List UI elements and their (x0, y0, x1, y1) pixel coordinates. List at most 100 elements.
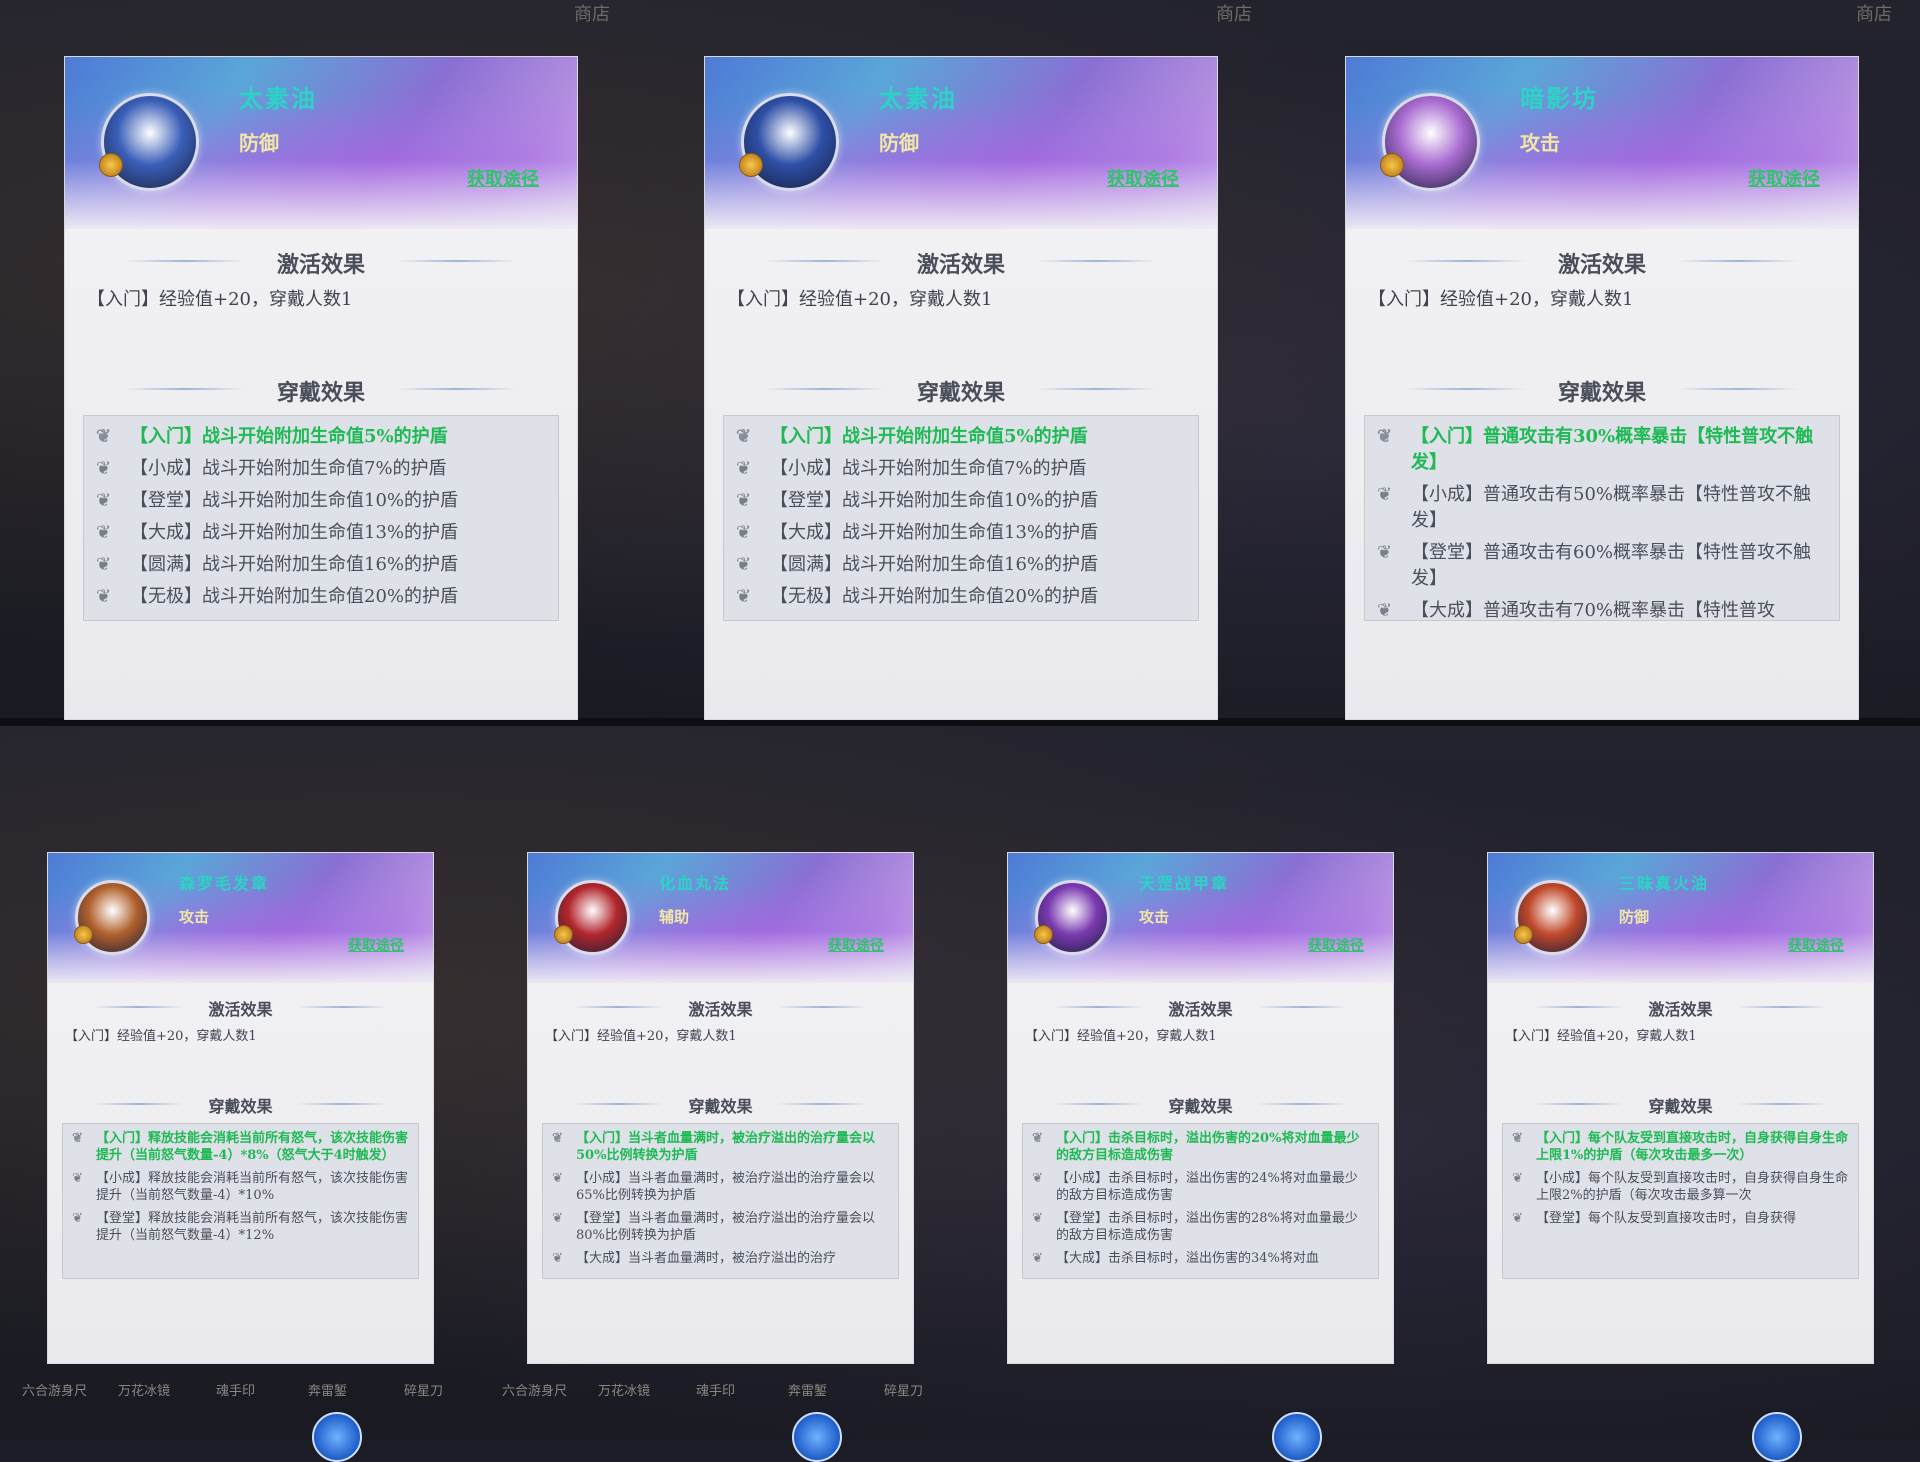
obtain-route-link[interactable]: 获取途径 (1788, 935, 1844, 955)
wear-section-title: 穿戴效果 (1168, 1097, 1233, 1116)
swirl-icon[interactable] (1272, 1412, 1322, 1462)
item-card[interactable]: 太素油 防御 获取途径 激活效果 【入门】经验值+20，穿戴人数1 穿戴效果 ❦ 【入门】战斗… (64, 56, 578, 720)
item-type: 防御 (239, 131, 279, 155)
wear-effects-list[interactable]: ❦ 【入门】每个队友受到直接攻击时，自身获得自身生命上限1%的护盾（每次攻击最多一… (1502, 1123, 1859, 1279)
wear-effect-item: ❦ 【登堂】普通攻击有60%概率暴击【特性普攻不触发】 (1377, 540, 1827, 592)
wear-effect-item: ❦ 【小成】战斗开始附加生命值7%的护盾 (736, 456, 1186, 482)
item-card[interactable]: 三昧真火油 防御 获取途径 激活效果 【入门】经验值+20，穿戴人数1 穿戴效果 ❦ 【入门】… (1487, 852, 1874, 1364)
item-card[interactable]: 化血丸法 辅助 获取途径 激活效果 【入门】经验值+20，穿戴人数1 穿戴效果 ❦ 【入门】当… (527, 852, 914, 1364)
wear-effect-item: ❦ 【入门】战斗开始附加生命值5%的护盾 (736, 424, 1186, 450)
wear-effect-item: ❦ 【小成】释放技能会消耗当前所有怒气，该次技能伤害提升（当前怒气数量-4）*10… (72, 1170, 409, 1204)
leaf-icon: ❦ (1032, 1251, 1043, 1266)
wear-effect-text: 【圆满】战斗开始附加生命值16%的护盾 (130, 554, 459, 575)
activate-section-title: 激活效果 (688, 1000, 753, 1019)
item-portrait-icon (101, 93, 199, 191)
item-type: 防御 (879, 131, 919, 155)
item-card[interactable]: 太素油 防御 获取途径 激活效果 【入门】经验值+20，穿戴人数1 穿戴效果 ❦ 【入门】战斗… (704, 56, 1218, 720)
rank-badge-icon (739, 153, 763, 177)
activate-section-title: 激活效果 (276, 252, 365, 278)
wear-effects-list[interactable]: ❦ 【入门】释放技能会消耗当前所有怒气，该次技能伤害提升（当前怒气数量-4）*8%… (62, 1123, 419, 1279)
wear-effect-text: 【大成】当斗者血量满时，被治疗溢出的治疗 (576, 1251, 837, 1266)
leaf-icon: ❦ (736, 554, 752, 575)
wear-effect-text: 【小成】释放技能会消耗当前所有怒气，该次技能伤害提升（当前怒气数量-4）*10% (96, 1171, 409, 1203)
inventory-item-label[interactable]: 奔雷錾 (308, 1380, 347, 1399)
item-card[interactable]: 森罗毛发章 攻击 获取途径 激活效果 【入门】经验值+20，穿戴人数1 穿戴效果 ❦ 【入门】… (47, 852, 434, 1364)
obtain-route-link[interactable]: 获取途径 (1107, 165, 1179, 191)
item-portrait-icon (75, 880, 150, 955)
inventory-item-label[interactable]: 魂手印 (696, 1380, 735, 1399)
inventory-item-label[interactable]: 奔雷錾 (788, 1380, 827, 1399)
leaf-icon: ❦ (1512, 1131, 1523, 1146)
wear-section-title: 穿戴效果 (916, 380, 1005, 406)
inventory-item-label[interactable]: 碎星刀 (884, 1380, 923, 1399)
wear-effects-list[interactable]: ❦ 【入门】击杀目标时，溢出伤害的20%将对血量最少的敌方目标造成伤害 ❦ 【小成】击… (1022, 1123, 1379, 1279)
wear-effects-list[interactable]: ❦ 【入门】战斗开始附加生命值5%的护盾 ❦ 【小成】战斗开始附加生命值7%的护盾 ❦ 【… (83, 415, 559, 621)
rank-badge-icon (99, 153, 123, 177)
swirl-icon[interactable] (792, 1412, 842, 1462)
item-card[interactable]: 暗影坊 攻击 获取途径 激活效果 【入门】经验值+20，穿戴人数1 穿戴效果 ❦ 【入门】普通… (1345, 56, 1859, 720)
shop-label[interactable]: 商店 (1856, 0, 1892, 26)
obtain-route-link[interactable]: 获取途径 (1308, 935, 1364, 955)
wear-effect-text: 【无极】战斗开始附加生命值20%的护盾 (130, 586, 459, 607)
wear-effect-item: ❦ 【大成】普通攻击有70%概率暴击【特性普攻 (1377, 598, 1827, 621)
inventory-item-label[interactable]: 魂手印 (216, 1380, 255, 1399)
rank-badge-icon (1514, 925, 1533, 944)
inventory-item-label[interactable]: 万花冰镜 (598, 1380, 650, 1399)
wear-effects-list[interactable]: ❦ 【入门】战斗开始附加生命值5%的护盾 ❦ 【小成】战斗开始附加生命值7%的护盾 ❦ 【… (723, 415, 1199, 621)
inventory-item-label[interactable]: 万花冰镜 (118, 1380, 170, 1399)
wear-section-title: 穿戴效果 (1557, 380, 1646, 406)
item-portrait-icon (741, 93, 839, 191)
wear-effects-list[interactable]: ❦ 【入门】当斗者血量满时，被治疗溢出的治疗量会以50%比例转换为护盾 ❦ 【小成】当… (542, 1123, 899, 1279)
leaf-icon: ❦ (96, 426, 112, 447)
wear-effect-item: ❦ 【登堂】击杀目标时，溢出伤害的28%将对血量最少的敌方目标造成伤害 (1032, 1210, 1369, 1244)
item-type: 辅助 (659, 908, 690, 926)
inventory-item-label[interactable]: 碎星刀 (404, 1380, 443, 1399)
wear-effect-item: ❦ 【大成】战斗开始附加生命值13%的护盾 (736, 520, 1186, 546)
obtain-route-link[interactable]: 获取途径 (348, 935, 404, 955)
shop-label[interactable]: 商店 (574, 0, 610, 26)
obtain-route-link[interactable]: 获取途径 (1748, 165, 1820, 191)
wear-effect-item: ❦ 【入门】击杀目标时，溢出伤害的20%将对血量最少的敌方目标造成伤害 (1032, 1130, 1369, 1164)
rank-badge-icon (1380, 153, 1404, 177)
leaf-icon: ❦ (96, 490, 112, 511)
leaf-icon: ❦ (1512, 1211, 1523, 1226)
leaf-icon: ❦ (1377, 426, 1393, 447)
item-portrait-icon (1515, 880, 1590, 955)
wear-effects-list[interactable]: ❦ 【入门】普通攻击有30%概率暴击【特性普攻不触发】 ❦ 【小成】普通攻击有50%概… (1364, 415, 1840, 621)
leaf-icon: ❦ (96, 586, 112, 607)
swirl-icon[interactable] (1752, 1412, 1802, 1462)
item-portrait-icon (1382, 93, 1480, 191)
item-name: 太素油 (879, 84, 957, 113)
item-name: 太素油 (239, 84, 317, 113)
wear-effect-item: ❦ 【入门】当斗者血量满时，被治疗溢出的治疗量会以50%比例转换为护盾 (552, 1130, 889, 1164)
activate-section-title: 激活效果 (1648, 1000, 1713, 1019)
activate-effect-text: 【入门】经验值+20，穿戴人数1 (727, 289, 993, 310)
leaf-icon: ❦ (552, 1171, 563, 1186)
activate-effect-text: 【入门】经验值+20，穿戴人数1 (1505, 1029, 1697, 1044)
wear-effect-item: ❦ 【入门】每个队友受到直接攻击时，自身获得自身生命上限1%的护盾（每次攻击最多一… (1512, 1130, 1849, 1164)
leaf-icon: ❦ (736, 586, 752, 607)
item-name: 化血丸法 (659, 874, 732, 893)
obtain-route-link[interactable]: 获取途径 (467, 165, 539, 191)
wear-effect-text: 【登堂】当斗者血量满时，被治疗溢出的治疗量会以80%比例转换为护盾 (576, 1211, 876, 1243)
swirl-icon[interactable] (312, 1412, 362, 1462)
item-card[interactable]: 天罡战甲章 攻击 获取途径 激活效果 【入门】经验值+20，穿戴人数1 穿戴效果 ❦ 【入门】… (1007, 852, 1394, 1364)
shop-label[interactable]: 商店 (1216, 0, 1252, 26)
activate-effect-text: 【入门】经验值+20，穿戴人数1 (1368, 289, 1634, 310)
item-portrait-icon (1035, 880, 1110, 955)
wear-effect-item: ❦ 【登堂】战斗开始附加生命值10%的护盾 (736, 488, 1186, 514)
item-name: 森罗毛发章 (179, 874, 270, 893)
leaf-icon: ❦ (736, 490, 752, 511)
inventory-item-label[interactable]: 六合游身尺 (502, 1380, 567, 1399)
inventory-item-label[interactable]: 六合游身尺 (22, 1380, 87, 1399)
leaf-icon: ❦ (96, 522, 112, 543)
leaf-icon: ❦ (72, 1171, 83, 1186)
wear-effect-item: ❦ 【大成】击杀目标时，溢出伤害的34%将对血 (1032, 1250, 1369, 1267)
leaf-icon: ❦ (1377, 600, 1393, 621)
wear-effect-text: 【入门】普通攻击有30%概率暴击【特性普攻不触发】 (1411, 426, 1814, 473)
activate-effect-text: 【入门】经验值+20，穿戴人数1 (65, 1029, 257, 1044)
wear-section-title: 穿戴效果 (208, 1097, 273, 1116)
obtain-route-link[interactable]: 获取途径 (828, 935, 884, 955)
activate-effect-text: 【入门】经验值+20，穿戴人数1 (545, 1029, 737, 1044)
wear-effect-text: 【登堂】击杀目标时，溢出伤害的28%将对血量最少的敌方目标造成伤害 (1056, 1211, 1358, 1243)
